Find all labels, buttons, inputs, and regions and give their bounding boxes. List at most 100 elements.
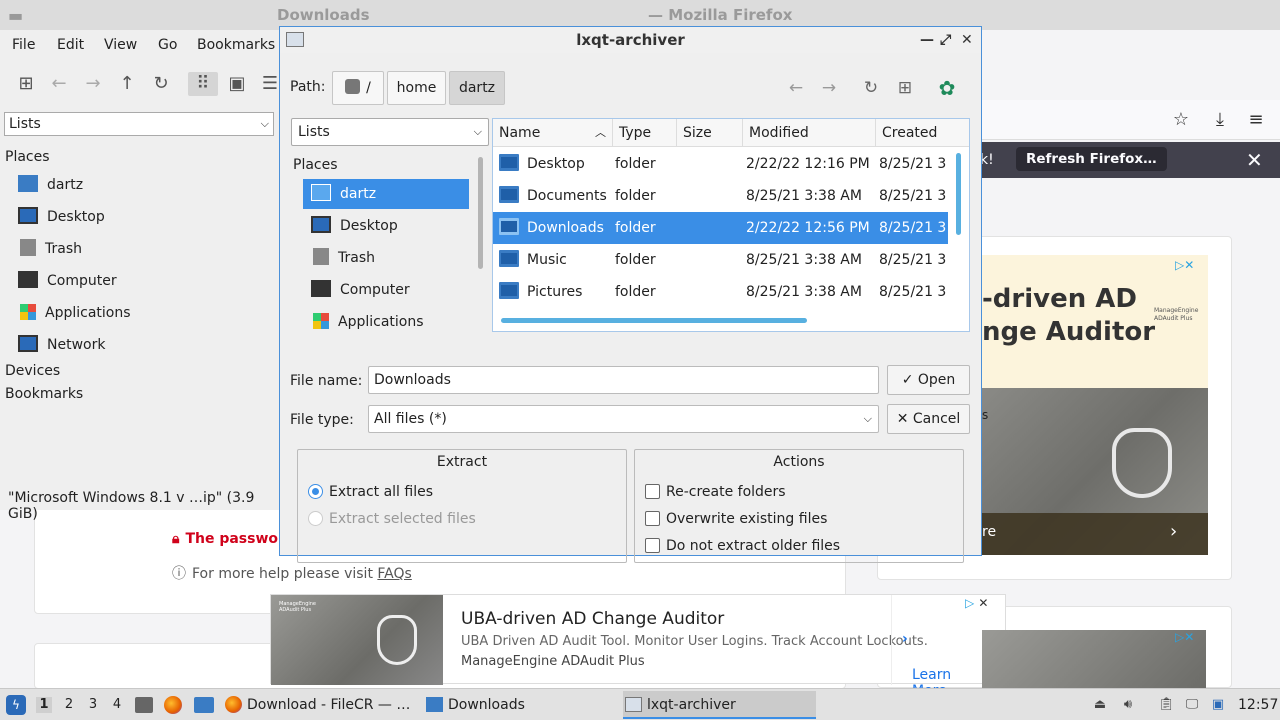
clipboard-icon[interactable]: 📋︎ xyxy=(1158,697,1175,713)
sidebar-item-trash[interactable]: Trash xyxy=(18,237,82,261)
places-item-dartz[interactable]: dartz xyxy=(303,179,469,209)
back-arrow-icon[interactable]: ← xyxy=(47,72,71,96)
file-manager-window: File Edit View Go Bookmarks ⊞ ← → ↑ ↻ ⠿ … xyxy=(0,30,282,522)
notification-text: k! xyxy=(980,152,994,168)
file-row[interactable]: Documents folder 8/25/21 3:38 AM 8/25/21… xyxy=(493,180,948,212)
devices-header[interactable]: Devices xyxy=(5,363,60,379)
thumbnail-view-icon[interactable]: ▣ xyxy=(225,72,249,96)
crumb-root[interactable]: / xyxy=(332,71,384,105)
recreate-folders-checkbox[interactable]: Re-create folders xyxy=(645,483,786,501)
desktop-switch-2[interactable]: 2 xyxy=(61,697,77,713)
places-item-computer[interactable]: Computer xyxy=(303,275,469,305)
ad-right[interactable]: -driven AD nge Auditor ManageEngine ADAud… xyxy=(982,255,1208,555)
no-older-files-checkbox[interactable]: Do not extract older files xyxy=(645,537,840,555)
file-row[interactable]: Music folder 8/25/21 3:38 AM 8/25/21 3: xyxy=(493,244,948,276)
sidebar-item-computer[interactable]: Computer xyxy=(18,269,117,293)
desktop-switch-3[interactable]: 3 xyxy=(85,697,101,713)
horizontal-scrollbar[interactable] xyxy=(501,318,807,323)
file-row[interactable]: Downloads folder 2/22/22 12:56 PM 8/25/2… xyxy=(493,212,948,244)
column-created[interactable]: Created xyxy=(876,119,948,147)
sidebar-item-network[interactable]: Network xyxy=(18,333,105,357)
home-folder-icon xyxy=(18,175,38,192)
up-arrow-icon[interactable]: ↑ xyxy=(115,72,139,96)
places-item-desktop[interactable]: Desktop xyxy=(303,211,469,241)
side-pane-mode-select[interactable]: Lists ⌵ xyxy=(4,112,274,136)
new-folder-icon[interactable]: ⊞ xyxy=(893,77,917,99)
settings-gear-icon[interactable]: ✿ xyxy=(935,77,959,99)
bookmark-star-icon[interactable]: ☆ xyxy=(1170,109,1192,131)
home-folder-icon xyxy=(311,184,331,201)
desktop-switch-1[interactable]: 1 xyxy=(36,697,52,713)
file-row[interactable]: Pictures folder 8/25/21 3:38 AM 8/25/21 … xyxy=(493,276,948,308)
extract-selected-radio[interactable]: Extract selected files xyxy=(308,510,476,528)
column-type[interactable]: Type xyxy=(613,119,677,147)
side-pane-mode-select[interactable]: Lists ⌵ xyxy=(291,118,489,146)
window-menu-icon[interactable]: ▬ xyxy=(8,6,23,25)
adchoices-icon[interactable]: ▷✕ xyxy=(1175,630,1194,644)
firefox-toolbar: ☆ ⤓ ≡ xyxy=(980,100,1280,140)
password-note: 🔒︎ The passwor xyxy=(172,531,285,547)
places-scrollbar[interactable] xyxy=(478,157,483,269)
ad-cta-bar[interactable]: re › xyxy=(982,513,1208,555)
sidebar-item-desktop[interactable]: Desktop xyxy=(18,205,105,229)
firefox-launcher-icon[interactable] xyxy=(164,696,182,714)
column-size[interactable]: Size xyxy=(677,119,743,147)
minimize-icon[interactable]: — xyxy=(920,27,934,53)
app-icon xyxy=(286,32,304,47)
column-name[interactable]: Name ︿ xyxy=(493,119,613,147)
sidebar-item-applications[interactable]: Applications xyxy=(18,301,131,325)
maximize-icon[interactable]: ⤢ xyxy=(940,27,951,53)
file-name-input[interactable]: Downloads xyxy=(368,366,879,394)
update-notifier-icon[interactable]: ▣ xyxy=(1210,697,1226,713)
menu-go[interactable]: Go xyxy=(158,37,177,53)
icon-view-icon[interactable]: ⠿ xyxy=(188,72,218,96)
file-row[interactable]: Desktop folder 2/22/22 12:16 PM 8/25/21 … xyxy=(493,148,948,180)
close-notification-icon[interactable]: ✕ xyxy=(1246,148,1263,172)
places-pane: Places dartz Desktop Trash Computer Appl… xyxy=(291,152,489,335)
forward-arrow-icon[interactable]: → xyxy=(81,72,105,96)
tray-eject-icon[interactable]: ⏏ xyxy=(1092,697,1108,713)
desktop-switch-4[interactable]: 4 xyxy=(109,697,125,713)
places-item-applications[interactable]: Applications xyxy=(303,307,469,337)
show-desktop-icon[interactable] xyxy=(194,697,214,713)
vertical-scrollbar[interactable] xyxy=(956,153,961,235)
new-tab-icon[interactable]: ⊞ xyxy=(14,72,38,96)
crumb-dartz[interactable]: dartz xyxy=(449,71,505,105)
menu-bookmarks[interactable]: Bookmarks xyxy=(197,37,275,53)
file-manager-launcher-icon[interactable] xyxy=(135,697,153,713)
drive-icon xyxy=(345,79,361,94)
ad-bottom[interactable]: ManageEngine ADAudit Plus UBA-driven AD … xyxy=(270,594,1006,699)
file-type-select[interactable]: All files (*) ⌵ xyxy=(368,405,879,433)
menu-edit[interactable]: Edit xyxy=(57,37,84,53)
overwrite-files-checkbox[interactable]: Overwrite existing files xyxy=(645,510,827,528)
reload-icon[interactable]: ↻ xyxy=(149,72,173,96)
adchoices-icon[interactable]: ▷✕ xyxy=(1175,258,1194,272)
forward-arrow-icon[interactable]: → xyxy=(817,77,841,99)
adchoices-icon[interactable]: ▷ ✕ xyxy=(965,596,988,610)
bookmarks-header[interactable]: Bookmarks xyxy=(5,386,83,402)
refresh-firefox-button[interactable]: Refresh Firefox… xyxy=(1016,147,1167,171)
sidebar-item-dartz[interactable]: dartz xyxy=(18,173,83,197)
close-icon[interactable]: ✕ xyxy=(961,27,973,53)
app-menu-icon[interactable]: ≡ xyxy=(1245,109,1267,131)
downloads-icon[interactable]: ⤓ xyxy=(1209,109,1231,131)
network-tray-icon[interactable]: 🖵 xyxy=(1184,697,1200,713)
task-lxqt-archiver[interactable]: lxqt-archiver xyxy=(623,691,816,719)
menu-view[interactable]: View xyxy=(104,37,137,53)
places-item-trash[interactable]: Trash xyxy=(303,243,469,273)
column-modified[interactable]: Modified xyxy=(743,119,876,147)
open-button[interactable]: ✓ Open xyxy=(887,365,970,395)
cancel-button[interactable]: ✕ Cancel xyxy=(887,404,970,434)
clock[interactable]: 12:57 xyxy=(1238,689,1278,720)
task-downloads[interactable]: Downloads xyxy=(424,691,614,719)
reload-icon[interactable]: ↻ xyxy=(859,77,883,99)
menu-file[interactable]: File xyxy=(12,37,35,53)
start-menu-icon[interactable]: ϟ xyxy=(6,695,26,715)
volume-icon[interactable]: 🔊︎ xyxy=(1120,697,1136,713)
crumb-home[interactable]: home xyxy=(387,71,446,105)
back-arrow-icon[interactable]: ← xyxy=(784,77,808,99)
extract-all-radio[interactable]: Extract all files xyxy=(308,483,433,501)
dialog-title: lxqt-archiver xyxy=(576,31,685,49)
faqs-link[interactable]: FAQs xyxy=(377,566,411,582)
task-firefox[interactable]: Download - FileCR — … xyxy=(223,691,413,719)
